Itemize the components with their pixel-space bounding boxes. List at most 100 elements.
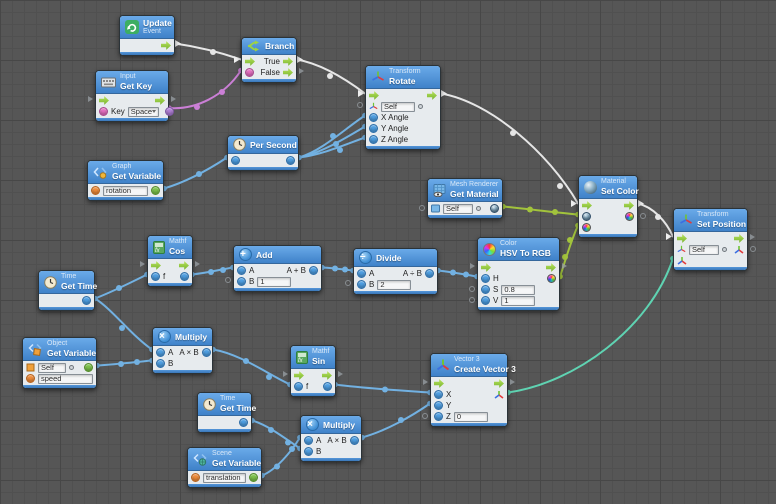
self-field[interactable]: Self <box>689 245 719 255</box>
wire-multiply2-to-vector3-y[interactable] <box>359 401 433 441</box>
target-picker-icon[interactable] <box>722 247 727 252</box>
quotient-out-port[interactable] <box>425 269 434 278</box>
wire-sin-to-vector3-x[interactable] <box>332 382 433 396</box>
wire-update-to-branch[interactable] <box>175 40 241 63</box>
node-set-color[interactable]: Material Set Color <box>578 175 638 238</box>
wire-getmaterial-to-setcolor[interactable] <box>500 204 581 218</box>
variable-name-field[interactable]: rotation <box>103 186 148 196</box>
exec-out-port[interactable] <box>624 201 634 210</box>
exec-out-port[interactable] <box>322 371 332 380</box>
node-get-variable-speed[interactable]: Object Get Variable Self speed <box>22 337 97 389</box>
variable-name-port[interactable] <box>26 374 35 383</box>
z-in-port[interactable] <box>434 412 443 421</box>
result-out-port[interactable] <box>165 107 174 116</box>
vector3-out-port[interactable] <box>734 245 744 255</box>
wire-rotation-to-persecond[interactable] <box>161 155 230 192</box>
node-get-material[interactable]: Mesh Renderer Get Material Self <box>427 178 503 219</box>
node-get-time-2[interactable]: Time Get Time <box>197 392 252 433</box>
exec-out-port[interactable] <box>494 379 504 388</box>
b-in-port[interactable] <box>156 359 165 368</box>
condition-port[interactable] <box>245 68 254 77</box>
exec-out-port[interactable] <box>179 261 189 270</box>
node-divide[interactable]: ÷ Divide A A ÷ B B 2 <box>353 248 438 295</box>
self-field[interactable]: Self <box>381 102 415 112</box>
product-out-port[interactable] <box>202 348 211 357</box>
node-get-key[interactable]: Input Get Key Key Space <box>95 70 169 122</box>
exec-out-port[interactable] <box>734 234 744 243</box>
y-angle-port[interactable] <box>369 124 378 133</box>
wire-multiply1-to-sin[interactable] <box>210 347 293 388</box>
result-out-port[interactable] <box>323 382 332 391</box>
value-out-port[interactable] <box>286 156 295 165</box>
color-out-port[interactable] <box>547 274 556 283</box>
exec-in-port[interactable] <box>245 57 255 66</box>
b-field[interactable]: 1 <box>257 277 291 287</box>
self-field[interactable]: Self <box>443 204 473 214</box>
node-get-variable-rotation[interactable]: Graph Get Variable rotation <box>87 160 164 201</box>
vector3-out-port[interactable] <box>494 390 504 400</box>
wire-divide-to-hsv-h[interactable] <box>435 268 480 280</box>
x-in-port[interactable] <box>434 390 443 399</box>
result-out-port[interactable] <box>180 272 189 281</box>
wire-gettime1-to-multiply1-a[interactable] <box>95 299 155 353</box>
v-in-port[interactable] <box>481 296 490 305</box>
node-multiply-1[interactable]: × Multiply A A × B B <box>152 327 213 374</box>
value-in-port[interactable] <box>231 156 240 165</box>
vector3-in-port[interactable] <box>677 256 687 266</box>
exec-out-port[interactable] <box>155 96 165 105</box>
variable-name-port[interactable] <box>91 186 100 195</box>
b-field[interactable]: 2 <box>377 280 411 290</box>
variable-name-field[interactable]: translation <box>203 473 246 483</box>
exec-in-port[interactable] <box>582 201 592 210</box>
node-sin[interactable]: fx Mathf Sin f <box>290 345 336 397</box>
node-create-vector3[interactable]: Vector 3 Create Vector 3 X Y Z0 <box>430 353 508 427</box>
node-cos[interactable]: fx Mathf Cos f <box>147 235 193 287</box>
exec-in-port[interactable] <box>677 234 687 243</box>
graph-canvas[interactable]: Update Event Branch True False <box>0 0 776 504</box>
exec-out-port[interactable] <box>427 91 437 100</box>
wire-gettime1-to-cos[interactable] <box>92 272 150 302</box>
time-out-port[interactable] <box>82 296 91 305</box>
s-in-port[interactable] <box>481 285 490 294</box>
wire-setcolor-to-setposition[interactable] <box>638 200 673 240</box>
false-out-port[interactable] <box>283 68 293 77</box>
key-in-port[interactable] <box>99 107 108 116</box>
a-in-port[interactable] <box>237 266 246 275</box>
node-get-variable-translation[interactable]: Scene Get Variable translation <box>187 447 262 488</box>
wire-persecond-to-rotate-x[interactable] <box>299 113 368 158</box>
wire-add-to-divide-a[interactable] <box>319 265 356 274</box>
exec-in-port[interactable] <box>99 96 109 105</box>
z-angle-port[interactable] <box>369 135 378 144</box>
node-set-position[interactable]: Transform Set Position Self <box>673 208 748 271</box>
exec-out-port[interactable] <box>161 41 171 50</box>
a-in-port[interactable] <box>357 269 366 278</box>
s-field[interactable]: 0.8 <box>501 285 535 295</box>
exec-in-port[interactable] <box>481 263 491 272</box>
a-in-port[interactable] <box>156 348 165 357</box>
b-in-port[interactable] <box>357 280 366 289</box>
y-in-port[interactable] <box>434 401 443 410</box>
z-field[interactable]: 0 <box>454 412 488 422</box>
variable-name-field[interactable]: speed <box>38 374 93 384</box>
color-in-port[interactable] <box>582 223 591 232</box>
f-in-port[interactable] <box>294 382 303 391</box>
v-field[interactable]: 1 <box>501 296 535 306</box>
a-in-port[interactable] <box>304 436 313 445</box>
exec-in-port[interactable] <box>369 91 379 100</box>
node-per-second[interactable]: Per Second <box>227 135 299 171</box>
b-in-port[interactable] <box>304 447 313 456</box>
value-out-port[interactable] <box>151 186 160 195</box>
node-rotate[interactable]: Transform Rotate Self X Angle Y Angle Z … <box>365 65 441 150</box>
product-out-port[interactable] <box>350 436 359 445</box>
variable-name-port[interactable] <box>191 473 200 482</box>
node-get-time-1[interactable]: Time Get Time <box>38 270 95 311</box>
time-out-port[interactable] <box>239 418 248 427</box>
value-out-port[interactable] <box>249 473 258 482</box>
node-hsv-to-rgb[interactable]: Color HSV To RGB H S0.8 V1 <box>477 237 560 311</box>
target-picker-icon[interactable] <box>476 206 481 211</box>
wire-getkey-to-branch-condition[interactable] <box>166 68 244 111</box>
exec-in-port[interactable] <box>151 261 161 270</box>
wire-branch-true-to-rotate[interactable] <box>297 56 365 97</box>
h-in-port[interactable] <box>481 274 490 283</box>
exec-in-port[interactable] <box>434 379 444 388</box>
